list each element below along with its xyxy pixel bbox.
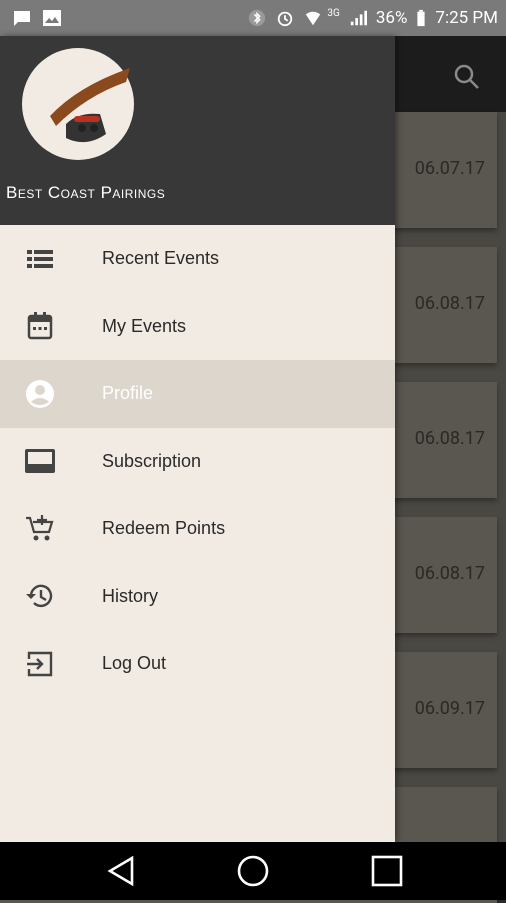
event-date: 06.08.17	[414, 563, 485, 584]
menu-item-label: Log Out	[102, 653, 167, 674]
signal-icon	[350, 10, 367, 26]
bluetooth-icon	[249, 9, 266, 27]
system-navigation-bar	[0, 842, 506, 900]
app-logo	[22, 48, 134, 160]
message-icon	[14, 11, 30, 26]
menu-item-profile[interactable]: Profile	[0, 360, 395, 428]
menu-item-my-events[interactable]: My Events	[0, 293, 395, 361]
menu-item-label: Subscription	[102, 450, 202, 471]
app-title: Best Coast Pairings	[6, 183, 166, 202]
menu-item-redeem-points[interactable]: Redeem Points	[0, 495, 395, 563]
event-date: 06.08.17	[414, 293, 485, 314]
battery-icon	[417, 9, 426, 27]
history-icon	[24, 580, 56, 612]
menu-item-label: My Events	[102, 315, 187, 336]
event-date: 06.07.17	[414, 158, 485, 179]
event-date: 06.09.17	[414, 698, 485, 719]
menu-item-label: Recent Events	[102, 248, 220, 269]
menu-item-subscription[interactable]: Subscription	[0, 428, 395, 496]
status-time: 7:25 PM	[435, 8, 498, 28]
event-date: 06.08.17	[414, 428, 485, 449]
card-icon	[24, 445, 56, 477]
menu-item-history[interactable]: History	[0, 563, 395, 631]
battery-percentage: 36%	[375, 8, 408, 28]
image-icon	[43, 10, 61, 26]
drawer-header: Best Coast Pairings	[0, 36, 395, 225]
list-icon	[24, 243, 56, 275]
network-type: 3G	[327, 7, 340, 19]
recent-apps-icon[interactable]	[370, 854, 404, 888]
menu-item-label: Redeem Points	[102, 518, 226, 539]
menu-item-recent-events[interactable]: Recent Events	[0, 225, 395, 293]
menu-item-label: Profile	[102, 383, 154, 404]
back-icon[interactable]	[104, 854, 138, 888]
search-icon[interactable]	[452, 62, 482, 92]
calendar-icon	[24, 310, 56, 342]
menu-item-log-out[interactable]: Log Out	[0, 630, 395, 698]
drawer-menu: Recent Events My Events Profile Subscrip…	[0, 225, 395, 698]
logout-icon	[24, 648, 56, 680]
alarm-icon	[278, 11, 293, 27]
account-circle-icon	[24, 378, 56, 410]
home-icon[interactable]	[236, 854, 270, 888]
cart-add-icon	[24, 513, 56, 545]
navigation-drawer: Best Coast Pairings Recent Events My Eve…	[0, 36, 395, 842]
status-bar: 3G 36% 7:25 PM	[0, 0, 506, 36]
menu-item-label: History	[102, 585, 159, 606]
wifi-icon	[306, 11, 321, 26]
